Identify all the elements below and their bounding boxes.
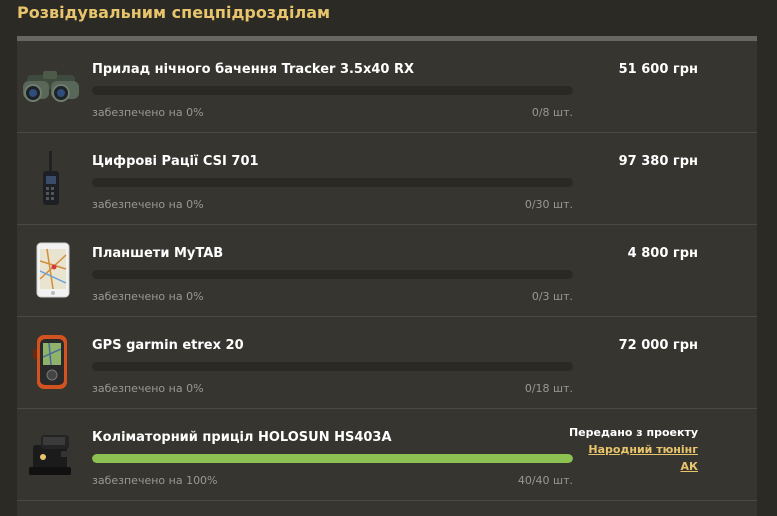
item-price: 97 380 грн [618, 154, 698, 169]
progress-bar [92, 86, 573, 95]
tablet-icon [21, 239, 83, 301]
provided-percent: забезпечено на 100% [92, 474, 218, 487]
list-item[interactable]: Коліматорний приціл HOLOSUN HS403A Перед… [17, 409, 757, 501]
equipment-list: Прилад нічного бачення Tracker 3.5x40 RX… [17, 36, 757, 516]
provided-percent: забезпечено на 0% [92, 106, 204, 119]
progress-bar [92, 178, 573, 187]
provided-percent: забезпечено на 0% [92, 198, 204, 211]
progress-bar [92, 454, 573, 463]
item-count: 0/8 шт. [531, 106, 573, 119]
transfer-info: Передано з проекту Народний тюнінг АК [548, 424, 698, 475]
item-count: 0/3 шт. [531, 290, 573, 303]
list-item[interactable]: Планшети MyTAB 4 800 грн забезпечено на … [17, 225, 757, 317]
project-link[interactable]: Народний тюнінг [588, 443, 698, 456]
list-item[interactable]: Цифрові Рації CSI 701 97 380 грн забезпе… [17, 133, 757, 225]
item-count: 0/18 шт. [524, 382, 573, 395]
gps-device-icon [21, 331, 83, 393]
progress-bar [92, 362, 573, 371]
list-item[interactable]: Прилад нічного бачення Tracker 3.5x40 RX… [17, 41, 757, 133]
provided-percent: забезпечено на 0% [92, 382, 204, 395]
item-title[interactable]: GPS garmin etrex 20 [92, 338, 244, 354]
collimator-sight-icon [21, 423, 83, 485]
radio-icon [21, 147, 83, 209]
page-title: Розвідувальним спецпідрозділам [17, 3, 331, 22]
item-title[interactable]: Прилад нічного бачення Tracker 3.5x40 RX [92, 62, 414, 78]
list-item[interactable]: GPS garmin etrex 20 72 000 грн забезпече… [17, 317, 757, 409]
item-price: 4 800 грн [627, 246, 698, 261]
item-price: 72 000 грн [618, 338, 698, 353]
binoculars-icon [21, 55, 83, 117]
item-count: 0/30 шт. [524, 198, 573, 211]
item-count: 40/40 шт. [517, 474, 573, 487]
provided-percent: забезпечено на 0% [92, 290, 204, 303]
item-title[interactable]: Цифрові Рації CSI 701 [92, 154, 259, 170]
transfer-label: Передано з проекту [568, 426, 698, 439]
project-link-continued[interactable]: АК [680, 460, 698, 473]
item-price: 51 600 грн [618, 62, 698, 77]
progress-bar-fill [92, 454, 573, 463]
progress-bar [92, 270, 573, 279]
item-title[interactable]: Планшети MyTAB [92, 246, 223, 262]
item-title[interactable]: Коліматорний приціл HOLOSUN HS403A [92, 430, 392, 446]
